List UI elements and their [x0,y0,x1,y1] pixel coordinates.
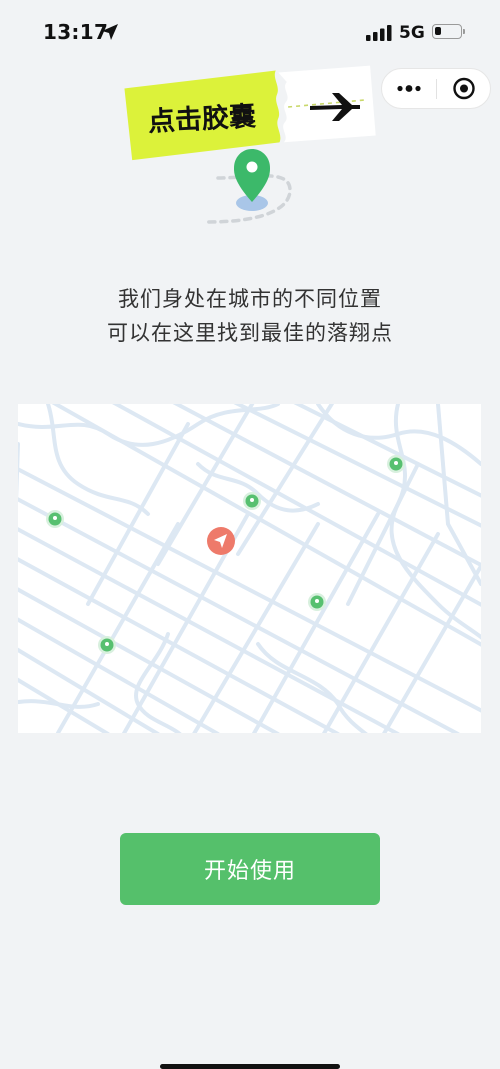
home-indicator[interactable] [160,1064,340,1069]
intro-line-1: 我们身处在城市的不同位置 [118,287,382,311]
status-bar: 13:17 5G [0,0,500,64]
status-time: 13:17 [43,20,109,44]
map-pin-icon [234,149,270,202]
map-view[interactable] [18,404,481,733]
more-button[interactable] [382,69,436,108]
mini-program-capsule [381,68,491,109]
close-button[interactable] [437,69,491,108]
intro-line-2: 可以在这里找到最佳的落翔点 [107,321,393,345]
ellipsis-icon [397,85,421,92]
map-pin[interactable] [46,510,64,528]
battery-tip [463,29,465,34]
logo-text: 点击胶囊 [147,100,257,138]
phone-screen: 13:17 5G 点击胶囊 我们身处在城市的不同位置 可以在这里找到最佳的落翔点… [0,0,500,1069]
user-location-marker[interactable] [207,527,235,555]
map-pin[interactable] [387,455,405,473]
network-type: 5G [399,23,425,43]
battery-icon [432,24,462,39]
start-button[interactable]: 开始使用 [120,833,380,905]
map-pin[interactable] [98,636,116,654]
app-logo: 点击胶囊 [124,65,376,224]
target-circle-icon [453,77,475,100]
map-roads [18,404,481,733]
plane-card [278,65,376,143]
intro-text: 我们身处在城市的不同位置 可以在这里找到最佳的落翔点 [0,282,500,350]
location-arrow-icon [102,24,118,40]
map-pin[interactable] [243,492,261,510]
signal-bars-icon [366,25,392,41]
map-pin[interactable] [308,593,326,611]
